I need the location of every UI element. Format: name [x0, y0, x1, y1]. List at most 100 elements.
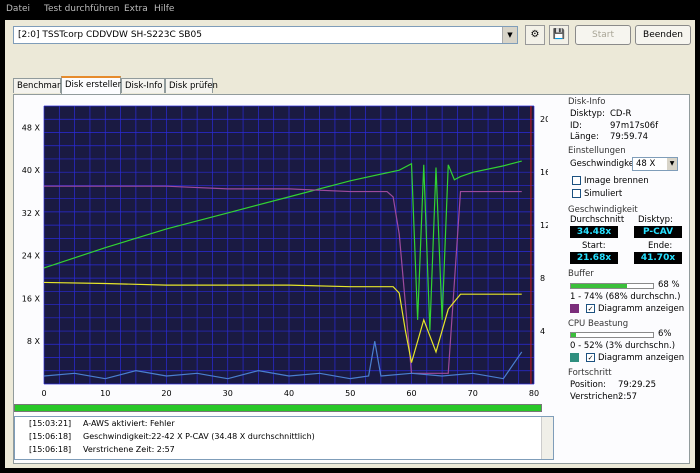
menu-item-extra[interactable]: Extra	[124, 4, 148, 14]
disk-info-title: Disk-Info	[568, 97, 606, 107]
simulate-checkbox[interactable]	[572, 189, 581, 198]
id-value: 97m17s06f	[610, 121, 659, 131]
buffer-percent: 68 %	[658, 280, 680, 290]
log-message: Verstrichene Zeit: 2:57	[83, 445, 175, 454]
x-tick-label: 20	[161, 389, 171, 398]
log-row: [15:03:21] A-AWS aktiviert: Fehler	[15, 419, 543, 431]
tab-disk-erstellen[interactable]: Disk erstellen	[61, 76, 123, 94]
y-tick-label: 40 X	[22, 166, 41, 175]
x-tick-label: 30	[223, 389, 233, 398]
tab-benchmark[interactable]: Benchmark	[13, 78, 65, 93]
avg-label: Durchschnitt	[570, 215, 625, 225]
menu-item-datei[interactable]: Datei	[6, 4, 30, 14]
log-list: [15:03:21] A-AWS aktiviert: Fehler [15:0…	[14, 416, 554, 460]
y2-axis-ticks: 4 8 12 16 20	[540, 115, 548, 336]
tab-disk-pruefen[interactable]: Disk prüfen	[165, 78, 218, 93]
id-label: ID:	[570, 121, 582, 131]
log-time: [15:06:18]	[29, 445, 72, 454]
cpu-chart-checkbox[interactable]: ✓	[586, 353, 595, 362]
buffer-title: Buffer	[568, 269, 594, 279]
end-speed-value: 41.70x	[634, 252, 682, 264]
x-tick-label: 70	[468, 389, 478, 398]
chevron-down-icon[interactable]: ▼	[502, 27, 517, 43]
x-tick-label: 50	[345, 389, 355, 398]
buffer-color-swatch	[570, 304, 579, 313]
write-progress-bar	[14, 404, 542, 412]
length-value: 79:59.74	[610, 132, 649, 142]
y-axis-ticks: 8 X 16 X 24 X 32 X 40 X 48 X	[22, 123, 41, 346]
refresh-drive-icon[interactable]: ⚙	[525, 25, 545, 45]
position-value: 79:29.25	[618, 380, 657, 390]
y2-tick-label: 12	[540, 221, 548, 230]
y2-tick-label: 8	[540, 274, 545, 283]
cpu-range: 0 - 52% (3% durchschn.)	[570, 341, 676, 351]
speed-select[interactable]: 48 X ▼	[632, 157, 678, 171]
drive-select[interactable]: [2:0] TSSTcorp CDDVDW SH-S223C SB05 ▼	[13, 26, 518, 44]
log-scrollbar[interactable]	[541, 417, 553, 459]
y2-tick-label: 4	[540, 327, 545, 336]
elapsed-label: Verstrichen:	[570, 392, 622, 402]
buffer-bar-fill	[571, 284, 627, 288]
log-row: [15:06:18] Verstrichene Zeit: 2:57	[15, 445, 543, 457]
cpu-bar-fill	[571, 333, 576, 337]
burn-image-label: Image brennen	[584, 176, 649, 186]
info-sidebar: Disk-Info Disktyp: CD-R ID: 97m17s06f Lä…	[566, 97, 688, 407]
end-speed-label: Ende:	[648, 241, 673, 251]
settings-title: Einstellungen	[568, 146, 626, 156]
speed-group-title: Geschwindigkeit	[568, 205, 638, 215]
chevron-down-icon[interactable]: ▼	[667, 158, 677, 170]
menu-bar: Datei Test durchführen Extra Hilfe	[0, 0, 700, 20]
buffer-bar	[570, 283, 654, 289]
elapsed-value: 2:57	[618, 392, 638, 402]
buffer-range: 1 - 74% (68% durchschn.)	[570, 292, 681, 302]
x-tick-label: 80	[529, 389, 539, 398]
drive-select-value: [2:0] TSSTcorp CDDVDW SH-S223C SB05	[18, 30, 202, 40]
cpu-percent: 6%	[658, 329, 672, 339]
menu-item-test[interactable]: Test durchführen	[44, 4, 119, 14]
disktyp2-value: P-CAV	[634, 226, 682, 238]
disk-type-value: CD-R	[610, 109, 632, 119]
x-axis-ticks: 0 10 20 30 40 50 60 70 80	[41, 389, 539, 398]
y2-tick-label: 16	[540, 168, 548, 177]
log-row: [15:06:18] Geschwindigkeit:22-42 X P-CAV…	[15, 432, 543, 444]
x-tick-label: 60	[406, 389, 416, 398]
write-speed-chart: 0 10 20 30 40 50 60 70 80 8 X16 X24 X32 X40 X48 …	[22, 105, 548, 398]
menu-item-hilfe[interactable]: Hilfe	[154, 4, 174, 14]
log-time: [15:06:18]	[29, 432, 72, 441]
progress-title: Fortschritt	[568, 368, 612, 378]
avg-value: 34.48x	[570, 226, 618, 238]
speed-label: Geschwindigkeit	[570, 159, 640, 169]
log-time: [15:03:21]	[29, 419, 72, 428]
burn-image-checkbox[interactable]	[572, 176, 581, 185]
simulate-label: Simuliert	[584, 189, 623, 199]
y-tick-label: 48 X	[22, 123, 41, 132]
y-tick-label: 24 X	[22, 252, 41, 261]
y-tick-label: 32 X	[22, 209, 41, 218]
start-button[interactable]: Start	[575, 25, 631, 45]
disktyp2-label: Disktyp:	[638, 215, 673, 225]
cpu-chart-label: Diagramm anzeigen	[598, 353, 685, 363]
cpu-bar	[570, 332, 654, 338]
log-message: Geschwindigkeit:22-42 X P-CAV (34.48 X d…	[83, 432, 315, 441]
position-label: Position:	[570, 380, 606, 390]
start-speed-value: 21.68x	[570, 252, 618, 264]
x-tick-label: 10	[100, 389, 110, 398]
toolbar: [2:0] TSSTcorp CDDVDW SH-S223C SB05 ▼ ⚙ …	[5, 22, 695, 50]
y2-tick-label: 20	[540, 115, 548, 124]
length-label: Länge:	[570, 132, 599, 142]
start-speed-label: Start:	[582, 241, 606, 251]
log-message: A-AWS aktiviert: Fehler	[83, 419, 175, 428]
y-tick-label: 8 X	[27, 337, 41, 346]
buffer-chart-checkbox[interactable]: ✓	[586, 304, 595, 313]
cpu-color-swatch	[570, 353, 579, 362]
close-button[interactable]: Beenden	[635, 25, 691, 45]
tab-disk-info[interactable]: Disk-Info	[121, 78, 165, 93]
y-tick-label: 16 X	[22, 294, 41, 303]
x-tick-label: 40	[284, 389, 294, 398]
cpu-title: CPU Beastung	[568, 319, 629, 329]
disk-type-label: Disktyp:	[570, 109, 605, 119]
buffer-chart-label: Diagramm anzeigen	[598, 304, 685, 314]
speed-select-value: 48 X	[636, 159, 656, 169]
save-icon[interactable]: 💾	[549, 25, 569, 45]
x-tick-label: 0	[41, 389, 46, 398]
